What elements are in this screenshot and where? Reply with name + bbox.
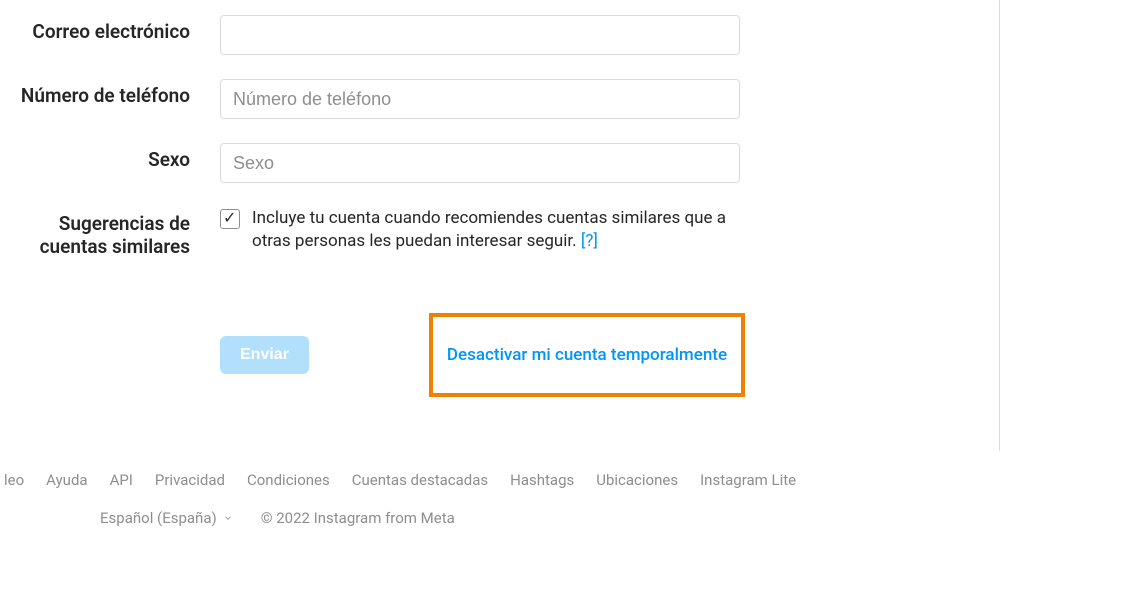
actions-row: Enviar Desactivar mi cuenta temporalment… <box>220 313 750 397</box>
submit-button[interactable]: Enviar <box>220 336 309 374</box>
language-selector[interactable]: Español (España) <box>100 509 233 527</box>
footer-link[interactable]: Ubicaciones <box>596 471 678 489</box>
phone-field-col <box>220 79 750 119</box>
language-label: Español (España) <box>100 509 217 527</box>
copyright: © 2022 Instagram from Meta <box>261 509 455 527</box>
footer-link[interactable]: Instagram Lite <box>700 471 796 489</box>
footer-bottom: Español (España) © 2022 Instagram from M… <box>0 509 1141 527</box>
phone-row: Número de teléfono <box>0 79 999 119</box>
footer-links: leo Ayuda API Privacidad Condiciones Cue… <box>0 471 1141 489</box>
email-row: Correo electrónico <box>0 15 999 55</box>
email-field-col <box>220 15 750 55</box>
suggestions-row: Sugerencias de cuentas similares Incluye… <box>0 207 999 397</box>
help-icon[interactable]: [?] <box>581 231 598 251</box>
suggestions-check-row: Incluye tu cuenta cuando recomiendes cue… <box>220 207 750 253</box>
settings-panel: Correo electrónico Número de teléfono Se… <box>0 0 1000 451</box>
suggestions-field-col: Incluye tu cuenta cuando recomiendes cue… <box>220 207 750 397</box>
suggestions-text: Incluye tu cuenta cuando recomiendes cue… <box>252 207 750 253</box>
gender-row: Sexo <box>0 143 999 183</box>
footer-link[interactable]: API <box>110 471 133 489</box>
footer-link[interactable]: Ayuda <box>46 471 87 489</box>
phone-input[interactable] <box>220 79 740 119</box>
gender-input[interactable] <box>220 143 740 183</box>
footer-link[interactable]: leo <box>4 471 24 489</box>
footer-link[interactable]: Cuentas destacadas <box>352 471 488 489</box>
footer-link[interactable]: Privacidad <box>155 471 225 489</box>
gender-field-col <box>220 143 750 183</box>
footer-link[interactable]: Condiciones <box>247 471 330 489</box>
email-label: Correo electrónico <box>0 15 220 44</box>
chevron-down-icon <box>223 513 233 523</box>
phone-label: Número de teléfono <box>0 79 220 108</box>
suggestions-label: Sugerencias de cuentas similares <box>0 207 220 259</box>
gender-label: Sexo <box>0 143 220 172</box>
footer-link[interactable]: Hashtags <box>510 471 574 489</box>
deactivate-account-link[interactable]: Desactivar mi cuenta temporalmente <box>447 345 727 365</box>
suggestions-checkbox[interactable] <box>220 209 240 229</box>
footer: leo Ayuda API Privacidad Condiciones Cue… <box>0 451 1141 547</box>
deactivate-highlight: Desactivar mi cuenta temporalmente <box>429 313 745 397</box>
suggestions-description: Incluye tu cuenta cuando recomiendes cue… <box>252 208 726 251</box>
email-input[interactable] <box>220 15 740 55</box>
